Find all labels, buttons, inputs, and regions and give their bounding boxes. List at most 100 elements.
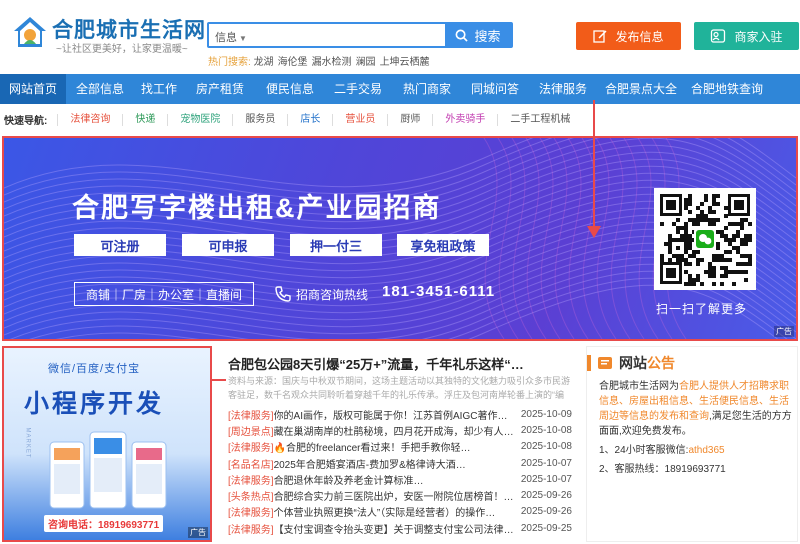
nav-item[interactable]: 找工作 [134,74,184,104]
fire-icon: 🔥 [273,443,287,455]
banner-pill: 享免租政策 [397,234,489,256]
hot-keyword[interactable]: 澜园 [356,57,376,68]
search-button[interactable]: 搜索 [445,24,511,46]
notice-wechat-value: athd365 [688,445,725,456]
news-title[interactable]: 合肥退休年龄及养老金计算标准… [274,472,521,487]
news-row[interactable]: [头条热点] 合肥综合实力前三医院出炉，安医一附院位居榜首！… 2025-09-26 [228,487,572,503]
news-title[interactable]: 个体营业执照更换“法人”（实际是经营者）的操作… [274,504,521,519]
hot-keyword[interactable]: 龙湖 [254,57,274,68]
nav-item[interactable]: 全部信息 [66,74,134,104]
quick-nav-item[interactable]: 服务员 [232,113,287,126]
quick-nav-item[interactable]: 二手工程机械 [497,113,582,126]
house-logo-icon [14,17,46,47]
hot-keyword[interactable]: 上坤云栖麓 [380,57,430,68]
phone-mockups-icon [49,431,167,509]
news-summary: 资料与来源：国庆与中秋双节期间，这场主题活动以其独特的文化魅力吸引众多市民游客驻… [228,376,571,400]
post-info-button[interactable]: 发布信息 [576,22,681,50]
quick-nav-item[interactable]: 法律咨询 [57,113,122,126]
news-title[interactable]: 藏在巢湖南岸的杜鹃秘境，四月花开成海，却少有人知… [274,423,521,438]
phone-icon [275,286,291,302]
office-rental-banner[interactable]: 合肥写字楼出租&产业园招商 可注册 可申报 押一付三 享免租政策 商铺｜厂房｜办… [2,136,798,341]
banner-property-types: 商铺｜厂房｜办公室｜直播间 [74,282,254,306]
site-slogan: ~让社区更美好，让家更温暖~ [56,44,188,55]
nav-item[interactable]: 同城问答 [462,74,528,104]
quick-nav-item[interactable]: 营业员 [332,113,387,126]
hot-search: 热门搜索: 龙湖 海伦堡 漏水检测 澜园 上坤云栖麓 [208,53,434,68]
news-category-tag[interactable]: [周边景点] [228,423,274,438]
nav-item[interactable]: 房产租赁 [184,74,256,104]
news-row[interactable]: [法律服务] 合肥退休年龄及养老金计算标准… 2025-10-07 [228,471,572,487]
news-title[interactable]: 【支付宝调查令抬头变更】关于调整支付宝公司法律文书… [274,521,521,536]
news-title[interactable]: 合肥综合实力前三医院出炉，安医一附院位居榜首！… [274,488,521,503]
news-row[interactable]: [周边景点] 藏在巢湖南岸的杜鹃秘境，四月花开成海，却少有人知… 2025-10-0… [228,422,572,438]
nav-item[interactable]: 合肥地铁查询 [684,74,770,104]
nav-item[interactable]: 便民信息 [256,74,324,104]
hotline-label: 招商咨询热线 [296,288,369,302]
notice-accent-bar [587,355,591,371]
quick-nav-item[interactable]: 店长 [287,113,332,126]
news-row[interactable]: [法律服务] 🔥合肥的freelancer看过来！手把手教你轻… 2025-10-0… [228,439,572,455]
notice-wechat-label: 1、24小时客服微信: [599,445,689,456]
qr-code-icon [660,194,752,286]
nav-item[interactable]: 网站首页 [0,74,66,104]
news-row[interactable]: [法律服务] 【支付宝调查令抬头变更】关于调整支付宝公司法律文书… 2025-09-… [228,520,572,536]
quick-nav-item[interactable]: 厨师 [387,113,432,126]
news-category-tag[interactable]: [名品名店] [228,456,274,471]
news-list: [法律服务] 你的AI画作，版权可能属于你！江苏首例AIGC著作… 2025-10-… [228,406,572,536]
shop-icon [711,29,726,43]
quick-nav-item[interactable]: 快递 [122,113,167,126]
post-info-label: 发布信息 [615,29,664,44]
notice-icon [598,357,612,369]
news-category-tag[interactable]: [法律服务] [228,439,274,454]
mini-program-platforms: 微信/百度/支付宝 [48,363,141,375]
hot-keyword[interactable]: 漏水检测 [312,57,352,68]
red-arrow-down-icon [587,100,601,238]
news-category-tag[interactable]: [法律服务] [228,504,274,519]
news-category-tag[interactable]: [头条热点] [228,488,274,503]
notice-hotline: 2、客服热线：18919693771 [599,464,726,475]
news-date: 2025-09-26 [520,490,572,502]
notice-title-a: 网站 [619,355,647,371]
news-category-tag[interactable]: [法律服务] [228,472,274,487]
news-date: 2025-10-07 [520,473,572,485]
news-row[interactable]: [法律服务] 你的AI画作，版权可能属于你！江苏首例AIGC著作… 2025-10-… [228,406,572,422]
ad-tag: 广告 [774,326,794,337]
news-row[interactable]: [名品名店] 2025年合肥婚宴酒店-费加罗&格律诗大酒… 2025-10-07 [228,455,572,471]
search-input[interactable] [253,25,443,45]
hotline-number: 181-3451-6111 [382,283,496,300]
news-category-tag[interactable]: [法律服务] [228,407,274,422]
mini-program-title: 小程序开发 [24,390,165,418]
hot-keyword[interactable]: 海伦堡 [278,57,308,68]
news-headline[interactable]: 合肥包公园8天引爆“25万+”流量，千年礼乐这样“… [228,354,572,373]
main-nav: 网站首页 全部信息 找工作 房产租赁 便民信息 二手交易 热门商家 同城问答 法律服务 合肥景点大… [0,74,800,104]
notice-body-prefix: 合肥城市生活网为 [599,381,679,392]
merchant-join-button[interactable]: 商家入驻 [694,22,799,50]
mini-program-ad[interactable]: 微信/百度/支付宝 小程序开发 咨询电话：18919693771 MARKET … [2,346,212,542]
banner-title: 合肥写字楼出租&产业园招商 [72,193,442,223]
news-category-tag[interactable]: [法律服务] [228,521,274,536]
news-title[interactable]: 🔥合肥的freelancer看过来！手把手教你轻… [274,439,521,454]
news-date: 2025-10-07 [520,457,572,469]
mini-program-contact: 咨询电话：18919693771 [44,515,164,532]
news-title-text: 合肥的freelancer看过来！手把手教你轻… [286,443,471,455]
news-title[interactable]: 你的AI画作，版权可能属于你！江苏首例AIGC著作… [274,407,521,422]
quick-nav-item[interactable]: 宠物医院 [167,113,232,126]
search-category-select[interactable]: 信息 ▼ [215,29,247,45]
notice-body: 合肥城市生活网为合肥人提供人才招聘求职信息、房屋出租信息、生活便民信息、生活周边… [599,379,793,477]
news-date: 2025-10-09 [520,408,572,420]
site-logo[interactable]: 合肥城市生活网 ~让社区更美好，让家更温暖~ [12,12,205,58]
news-date: 2025-09-26 [520,506,572,518]
news-title[interactable]: 2025年合肥婚宴酒店-费加罗&格律诗大酒… [274,456,521,471]
qr-caption: 扫一扫了解更多 [656,302,748,316]
notice-header: 网站 公告 [587,353,675,373]
qr-code [654,188,756,290]
nav-item[interactable]: 热门商家 [392,74,462,104]
search-icon [456,29,469,42]
news-row[interactable]: [法律服务] 个体营业执照更换“法人”（实际是经营者）的操作… 2025-09-26 [228,504,572,520]
nav-item[interactable]: 合肥景点大全 [598,74,684,104]
hot-search-label: 热门搜索: [208,57,251,68]
nav-item[interactable]: 二手交易 [324,74,392,104]
quick-nav-title: 快速导航: [4,116,48,127]
ad-side-text: MARKET [24,427,31,459]
quick-nav-item[interactable]: 外卖骑手 [432,113,497,126]
